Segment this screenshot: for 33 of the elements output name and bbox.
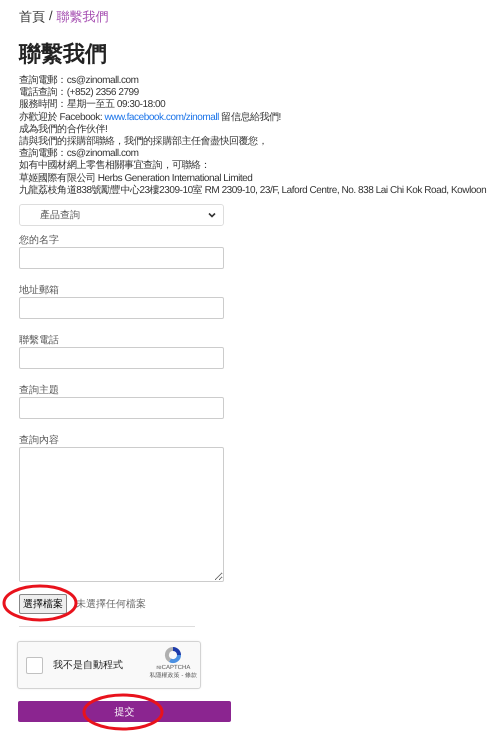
info-line: 查詢電郵：cs@zinomall.com <box>19 148 140 160</box>
info-line: 如有中國材網上零售相關事宜查詢，可聯絡： <box>19 160 212 172</box>
info-line: 服務時間：星期一至五 09:30-18:00 <box>19 99 166 112</box>
field-label: 聯繫電話 <box>19 335 60 346</box>
field-label: 查詢內容 <box>19 435 60 446</box>
breadcrumb-current: 聯繫我們 <box>56 8 109 26</box>
field-label: 地址郵箱 <box>19 285 60 296</box>
choose-file-button[interactable]: 選擇檔案 <box>19 594 67 614</box>
input-field[interactable] <box>19 397 224 420</box>
info-line: 留信息給我們! <box>220 112 281 123</box>
message-field[interactable] <box>19 447 224 582</box>
facebook-link[interactable]: www.facebook.com/zinomall <box>104 112 219 123</box>
breadcrumb-link[interactable]: 首頁 <box>19 8 45 26</box>
info-line: 草姬國際有限公司 Herbs Generation International Limited <box>19 172 254 184</box>
info-line: 電話查詢：(+852) 2356 2799 <box>19 87 140 98</box>
input-field[interactable] <box>19 347 224 370</box>
info-line: 九龍荔枝角道838號勵豐中心23樓2309-10室 RM 2309-10, 23/F, Laford Centre, No. 838 Lai Chi Kok Road, Kowloon <box>19 184 488 198</box>
input-field[interactable] <box>19 297 224 320</box>
field-label: 查詢主題 <box>19 385 60 396</box>
submit-button[interactable]: 提交 <box>18 701 231 722</box>
breadcrumb-separator: / <box>49 8 53 25</box>
info-line: 亦歡迎於 Facebook: <box>19 112 104 123</box>
input-field[interactable] <box>19 247 224 270</box>
info-line: 成為我們的合作伙伴! <box>19 124 108 136</box>
robot-checkbox[interactable] <box>26 656 43 674</box>
chevron-down-icon <box>208 212 216 218</box>
recaptcha-label: 我不是自動程式 <box>53 658 123 672</box>
info-line: 請與我們的採購部聯絡，我們的採購部主任會盡快回覆您， <box>19 136 268 148</box>
page-title: 聯繫我們 <box>19 40 108 68</box>
field-label: 您的名字 <box>19 235 60 246</box>
inquiry-type-select[interactable]: 產品查詢 <box>19 204 224 226</box>
recaptcha-logo-icon <box>163 645 184 666</box>
info-line: 查詢電郵：cs@zinomall.com <box>19 75 140 86</box>
